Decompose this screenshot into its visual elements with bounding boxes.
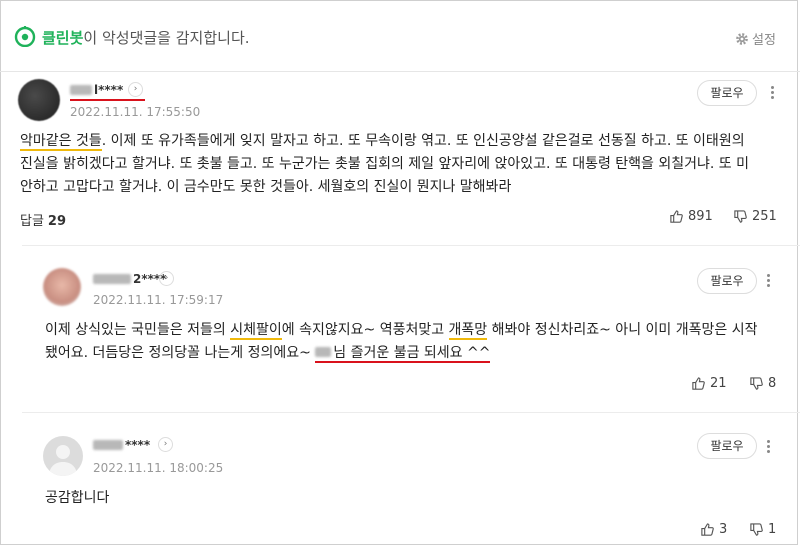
dislike-button[interactable]: 8: [749, 376, 776, 391]
cleanbot-message: 클린봇이 악성댓글을 감지합니다.: [42, 29, 250, 47]
comment-date: 2022.11.11. 18:00:25: [93, 461, 224, 475]
comment-date: 2022.11.11. 17:55:50: [70, 105, 201, 119]
avatar[interactable]: [43, 268, 81, 306]
comment-divider: [22, 245, 800, 246]
thumbs-down-icon: [750, 377, 763, 390]
chevron-right-icon[interactable]: ›: [159, 271, 174, 286]
masked-nickname: [93, 440, 123, 450]
cleanbot-banner: 클린봇이 악성댓글을 감지합니다. 설정: [0, 0, 800, 72]
masked-nickname: [70, 85, 92, 95]
thumbs-up-icon: [692, 377, 705, 390]
like-button[interactable]: 891: [669, 209, 713, 224]
comment-author[interactable]: 2****: [93, 272, 166, 286]
comment-body: 이제 상식있는 국민들은 저들의 시체팔이에 속지않지요~ 역풍처맞고 개폭망 …: [45, 322, 758, 363]
kebab-menu-icon[interactable]: [765, 272, 771, 289]
masked-nickname: [315, 347, 332, 357]
follow-button[interactable]: 팔로우: [697, 433, 757, 459]
like-button[interactable]: 21: [691, 376, 727, 391]
like-button[interactable]: 3: [700, 522, 727, 537]
chevron-right-icon[interactable]: ›: [158, 437, 173, 452]
thumbs-up-icon: [670, 210, 683, 223]
highlighted-phrase: 악마같은 것들: [20, 133, 102, 151]
masked-nickname: [93, 274, 131, 284]
default-avatar-icon: [49, 445, 77, 476]
cleanbot-icon: [14, 26, 36, 47]
dislike-button[interactable]: 251: [733, 209, 777, 224]
comment-date: 2022.11.11. 17:59:17: [93, 293, 224, 307]
settings-label: 설정: [752, 33, 776, 48]
comment-divider: [22, 412, 800, 413]
comment-author[interactable]: l****: [70, 83, 123, 97]
kebab-menu-icon[interactable]: [765, 438, 771, 455]
cleanbot-brand: 클린봇: [42, 29, 84, 47]
thumbs-up-icon: [701, 523, 714, 536]
thumbs-down-icon: [750, 523, 763, 536]
dislike-button[interactable]: 1: [749, 522, 776, 537]
kebab-menu-icon[interactable]: [769, 84, 775, 101]
follow-button[interactable]: 팔로우: [697, 268, 757, 294]
red-underline-mark: [70, 99, 145, 101]
highlighted-phrase: 님 즐거운 불금 되세요 ^^: [315, 345, 491, 363]
comment-body: 공감합니다: [45, 490, 110, 506]
banner-divider: [0, 71, 800, 72]
thumbs-down-icon: [734, 210, 747, 223]
settings-button[interactable]: 설정: [735, 29, 776, 48]
comment-body: 악마같은 것들. 이제 또 유가족들에게 잊지 말자고 하고. 또 무속이랑 엮…: [20, 133, 750, 195]
avatar[interactable]: [18, 79, 60, 121]
follow-button[interactable]: 팔로우: [697, 80, 757, 106]
avatar[interactable]: [43, 436, 83, 476]
gear-icon: [736, 32, 748, 45]
highlighted-phrase: 시체팔이: [230, 322, 282, 340]
reply-button[interactable]: 답글 29: [20, 210, 66, 229]
highlighted-phrase: 개폭망: [448, 322, 488, 340]
chevron-right-icon[interactable]: ›: [128, 82, 143, 97]
comment-author[interactable]: ****: [93, 438, 150, 452]
